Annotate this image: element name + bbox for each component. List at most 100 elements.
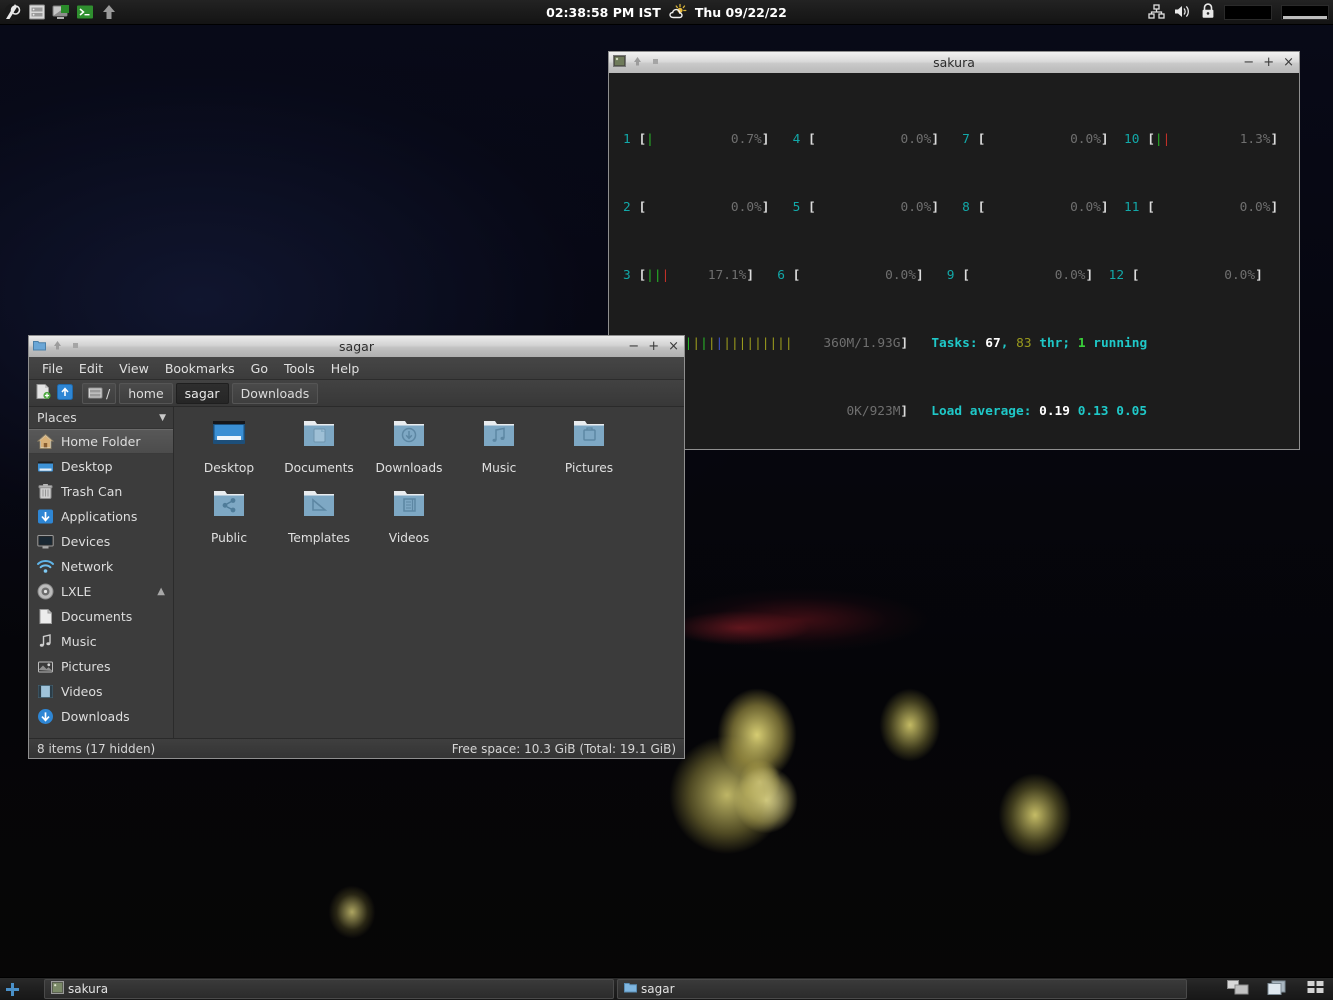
- videos-icon: [36, 683, 54, 701]
- cpu-pct-1: 0.7%: [731, 132, 762, 147]
- partly-cloudy-icon[interactable]: [668, 3, 688, 23]
- close-button[interactable]: ×: [668, 340, 679, 353]
- taskbar-button-sagar[interactable]: sagar: [617, 979, 1187, 999]
- monitor-icon: [36, 533, 54, 551]
- htop-cpu-row-3: 3 [||| 17.1%] 6 [ 0.0%] 9 [ 0.0%] 12 [ 0…: [609, 267, 1299, 284]
- file-list-view[interactable]: Desktop Documents: [174, 407, 684, 738]
- menu-go[interactable]: Go: [244, 359, 275, 378]
- file-item-public[interactable]: Public: [184, 485, 274, 555]
- htop-cpu-row-1: 1 [| 0.7%] 4 [ 0.0%] 7 [ 0.0%] 10 [|| 1.…: [609, 131, 1299, 148]
- menu-help[interactable]: Help: [324, 359, 367, 378]
- sidebar-item-desktop[interactable]: Desktop: [29, 454, 173, 479]
- sidebar-item-devices[interactable]: Devices: [29, 529, 173, 554]
- disc-icon: [36, 583, 54, 601]
- eject-icon[interactable]: ▲: [157, 586, 165, 597]
- shade-icon[interactable]: [631, 55, 644, 70]
- sidebar-item-documents[interactable]: Documents: [29, 604, 173, 629]
- path-crumb-sagar[interactable]: sagar: [176, 383, 229, 404]
- cpu-monitor[interactable]: [1224, 5, 1272, 20]
- lock-icon[interactable]: [1201, 3, 1215, 22]
- go-up-icon[interactable]: [57, 384, 73, 403]
- cpu-id-12: 12: [1109, 268, 1124, 283]
- htop-cpu-row-2: 2 [ 0.0%] 5 [ 0.0%] 8 [ 0.0%] 11 [ 0.0%]: [609, 199, 1299, 216]
- menu-icon[interactable]: [2, 2, 24, 23]
- cpu-pct-11: 0.0%: [1240, 200, 1271, 215]
- new-tab-icon[interactable]: [35, 383, 52, 403]
- clock-text[interactable]: 02:38:58 PM IST: [546, 5, 661, 20]
- minimize-button[interactable]: −: [628, 340, 639, 353]
- date-text[interactable]: Thu 09/22/22: [695, 5, 787, 20]
- path-crumb-home[interactable]: home: [119, 383, 172, 404]
- menu-edit[interactable]: Edit: [72, 359, 110, 378]
- file-manager-titlebar[interactable]: sagar − + ×: [28, 335, 685, 357]
- applications-icon: [36, 508, 54, 526]
- workspace-2-icon[interactable]: [1307, 980, 1325, 998]
- htop-mem-row: Mem[|||||||||||||||||| 360M/1.93G] Tasks…: [609, 335, 1299, 352]
- maximize-button[interactable]: +: [648, 340, 659, 353]
- sidebar-item-music[interactable]: Music: [29, 629, 173, 654]
- sidebar-item-downloads[interactable]: Downloads: [29, 704, 173, 729]
- file-item-templates[interactable]: Templates: [274, 485, 364, 555]
- sidebar-item-trash-can[interactable]: Trash Can: [29, 479, 173, 504]
- file-item-documents[interactable]: Documents: [274, 415, 364, 485]
- workspace-1-icon[interactable]: [1267, 980, 1289, 999]
- file-manager-main: Places ▼ Home Folder: [29, 407, 684, 738]
- load-label: Load average:: [931, 404, 1031, 419]
- maximize-button[interactable]: +: [1263, 56, 1274, 69]
- close-button[interactable]: ×: [1283, 56, 1294, 69]
- places-header[interactable]: Places ▼: [29, 407, 173, 429]
- taskbar-label: sakura: [68, 982, 108, 996]
- menu-view[interactable]: View: [112, 359, 156, 378]
- show-desktop-icon[interactable]: [5, 982, 20, 997]
- file-manager-title: sagar: [29, 339, 684, 354]
- chevron-down-icon[interactable]: ▼: [159, 413, 166, 423]
- iconify-icon[interactable]: [649, 55, 662, 70]
- menu-file[interactable]: File: [35, 359, 70, 378]
- path-root-button[interactable]: /: [82, 383, 116, 404]
- sidebar-item-label: Devices: [61, 534, 110, 549]
- window-tile-icon[interactable]: [1227, 980, 1249, 998]
- swp-value: 0K/923M: [846, 404, 900, 419]
- cpu-pct-3: 17.1%: [708, 268, 747, 283]
- file-item-videos[interactable]: Videos: [364, 485, 454, 555]
- file-item-pictures[interactable]: Pictures: [544, 415, 634, 485]
- cpu-pct-4: 0.0%: [901, 132, 932, 147]
- sidebar-item-label: LXLE: [61, 584, 91, 599]
- shade-icon[interactable]: [51, 339, 64, 354]
- htop-terminal-content[interactable]: 1 [| 0.7%] 4 [ 0.0%] 7 [ 0.0%] 10 [|| 1.…: [608, 73, 1300, 450]
- display-icon[interactable]: [50, 2, 72, 23]
- update-icon[interactable]: [98, 2, 120, 23]
- sidebar-item-applications[interactable]: Applications: [29, 504, 173, 529]
- sidebar-item-pictures[interactable]: Pictures: [29, 654, 173, 679]
- document-icon: [36, 608, 54, 626]
- terminal-titlebar[interactable]: sakura − + ×: [608, 51, 1300, 73]
- file-manager-icon[interactable]: [26, 2, 48, 23]
- iconify-icon[interactable]: [69, 339, 82, 354]
- mem-monitor[interactable]: [1281, 5, 1329, 20]
- terminal-window[interactable]: sakura − + × 1 [| 0.7%] 4 [ 0.0%] 7 [ 0.…: [608, 51, 1300, 451]
- taskbar-button-sakura[interactable]: sakura: [44, 979, 614, 999]
- file-item-label: Public: [211, 531, 247, 545]
- sidebar-item-lxle[interactable]: LXLE ▲: [29, 579, 173, 604]
- thr-label: thr;: [1039, 336, 1070, 351]
- terminal-window-icon[interactable]: [613, 55, 626, 70]
- volume-icon[interactable]: [1174, 4, 1192, 22]
- terminal-icon[interactable]: [74, 2, 96, 23]
- load-1: 0.19: [1039, 404, 1070, 419]
- sidebar-item-videos[interactable]: Videos: [29, 679, 173, 704]
- minimize-button[interactable]: −: [1243, 56, 1254, 69]
- menu-bookmarks[interactable]: Bookmarks: [158, 359, 242, 378]
- sidebar-item-network[interactable]: Network: [29, 554, 173, 579]
- path-crumb-downloads[interactable]: Downloads: [232, 383, 319, 404]
- sidebar-item-home-folder[interactable]: Home Folder: [29, 429, 173, 454]
- file-item-downloads[interactable]: Downloads: [364, 415, 454, 485]
- file-item-music[interactable]: Music: [454, 415, 544, 485]
- load-5: 0.13: [1078, 404, 1109, 419]
- file-manager-window[interactable]: sagar − + × File Edit View Bookmarks Go …: [28, 335, 685, 759]
- menu-tools[interactable]: Tools: [277, 359, 322, 378]
- file-item-desktop[interactable]: Desktop: [184, 415, 274, 485]
- running-count: 1: [1078, 336, 1086, 351]
- top-panel: 02:38:58 PM IST Thu 09/22/22: [0, 0, 1333, 25]
- network-icon[interactable]: [1148, 4, 1165, 22]
- folder-window-icon[interactable]: [33, 339, 46, 354]
